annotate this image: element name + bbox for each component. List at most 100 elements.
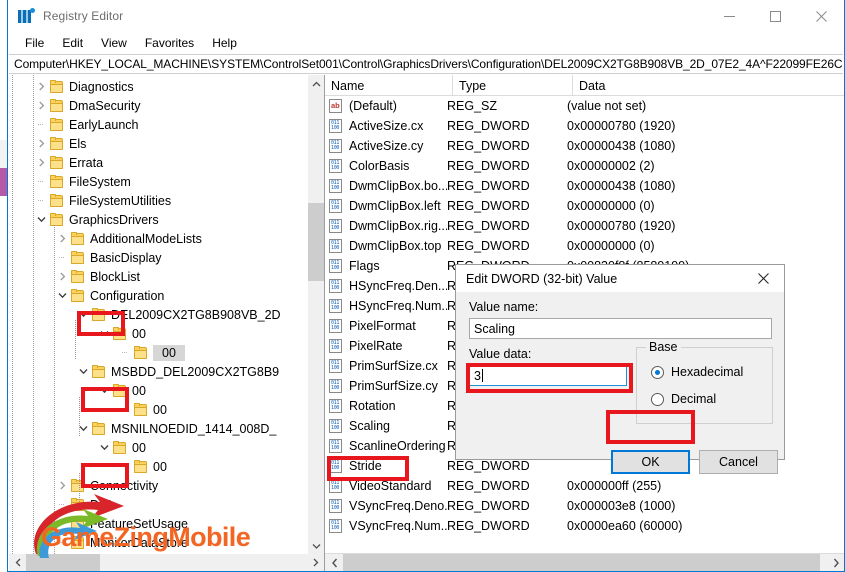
tree-node[interactable]: BlockList xyxy=(54,267,142,286)
table-row[interactable]: ab (Default) REG_SZ (value not set) xyxy=(325,96,844,116)
menu-view[interactable]: View xyxy=(92,34,136,52)
table-row[interactable]: 011 100 ActiveSize.cx REG_DWORD 0x00000780 (… xyxy=(325,116,844,136)
tree-node[interactable]: 00 xyxy=(96,324,148,343)
minimize-button[interactable] xyxy=(706,0,752,32)
chevron-down-icon[interactable] xyxy=(96,324,112,343)
menu-favorites[interactable]: Favorites xyxy=(136,34,203,52)
menu-file[interactable]: File xyxy=(16,34,53,52)
chevron-right-icon[interactable] xyxy=(54,476,70,495)
radio-decimal[interactable]: Decimal xyxy=(651,392,716,406)
table-row[interactable]: 011 100 ColorBasis REG_DWORD 0x00000002 (2) xyxy=(325,156,844,176)
tree-node[interactable]: FeatureSetUsage xyxy=(54,514,190,533)
tree-guide-line xyxy=(79,473,80,503)
tree-node[interactable]: FileSystem xyxy=(33,172,133,191)
tree-node[interactable]: Configuration xyxy=(54,286,166,305)
tree-node[interactable]: DEL2009CX2TG8B908VB_2D xyxy=(75,305,283,324)
values-scroll-left-icon[interactable] xyxy=(325,554,343,571)
radio-hexadecimal[interactable]: Hexadecimal xyxy=(651,365,743,379)
registry-tree: Diagnostics DmaSecurity EarlyLaunch Els Erra… xyxy=(9,75,307,554)
tree-horizontal-scrollbar[interactable] xyxy=(9,554,324,571)
tree-node[interactable]: GraphicsDrivers xyxy=(33,210,161,229)
chevron-right-icon[interactable] xyxy=(33,96,49,115)
chevron-down-icon[interactable] xyxy=(96,381,112,400)
value-name-input[interactable]: Scaling xyxy=(469,318,772,339)
table-row[interactable]: 011 100 VSyncFreq.Num... REG_DWORD 0x0000ea6… xyxy=(325,516,844,536)
value-type-cell: REG_DWORD xyxy=(447,479,530,493)
tree-node[interactable]: Errata xyxy=(33,153,105,172)
dword-value-icon: 011 100 xyxy=(329,279,344,293)
tree-scroll-down-icon[interactable] xyxy=(308,537,324,554)
close-button[interactable] xyxy=(798,0,844,32)
menu-edit[interactable]: Edit xyxy=(53,34,92,52)
dialog-close-icon[interactable] xyxy=(742,265,784,292)
tree-scroll-right-icon[interactable] xyxy=(307,554,324,571)
chevron-right-icon[interactable] xyxy=(33,77,49,96)
value-data-input[interactable]: 3 xyxy=(469,365,627,386)
tree-node-label: MSBDD_DEL2009CX2TG8B9 xyxy=(111,364,280,379)
dword-value-icon: 011 100 xyxy=(329,519,344,533)
folder-icon xyxy=(49,98,65,113)
chevron-down-icon[interactable] xyxy=(96,438,112,457)
dialog-title-bar: Edit DWORD (32-bit) Value xyxy=(456,265,784,292)
folder-icon xyxy=(70,269,86,284)
tree-scroll-thumb[interactable] xyxy=(308,203,324,281)
table-row[interactable]: 011 100 VideoStandard REG_DWORD 0x000000ff (… xyxy=(325,476,844,496)
maximize-button[interactable] xyxy=(752,0,798,32)
tree-node-label: DCI xyxy=(90,497,112,512)
table-row[interactable]: 011 100 VSyncFreq.Deno... REG_DWORD 0x000003… xyxy=(325,496,844,516)
table-row[interactable]: 011 100 DwmClipBox.rig... REG_DWORD 0x000007… xyxy=(325,216,844,236)
table-row[interactable]: 011 100 DwmClipBox.left REG_DWORD 0x00000000… xyxy=(325,196,844,216)
tree-node[interactable]: 00 xyxy=(96,438,148,457)
ok-button[interactable]: OK xyxy=(611,450,690,474)
cancel-button[interactable]: Cancel xyxy=(699,450,778,474)
tree-node[interactable]: Els xyxy=(33,134,88,153)
tree-node[interactable]: 00 xyxy=(117,457,169,476)
tree-node[interactable]: MSBDD_DEL2009CX2TG8B9 xyxy=(75,362,281,381)
tree-node[interactable]: 00 xyxy=(96,381,148,400)
tree-node-label: 00 xyxy=(153,459,167,474)
address-bar[interactable]: Computer\HKEY_LOCAL_MACHINE\SYSTEM\Contr… xyxy=(9,54,843,74)
value-name-cell: 011 100 PixelRate xyxy=(325,339,447,353)
tree-node[interactable]: AdditionalModeLists xyxy=(54,229,204,248)
value-name-text: ActiveSize.cx xyxy=(349,119,424,133)
chevron-right-icon[interactable] xyxy=(33,153,49,172)
tree-indent-spacer xyxy=(33,191,49,210)
tree-scroll-left-icon[interactable] xyxy=(9,554,26,571)
dialog-title: Edit DWORD (32-bit) Value xyxy=(466,271,618,286)
chevron-down-icon[interactable] xyxy=(33,210,49,229)
tree-vertical-scrollbar[interactable] xyxy=(307,75,324,554)
tree-node[interactable]: BasicDisplay xyxy=(54,248,164,267)
values-horizontal-scrollbar[interactable] xyxy=(325,553,844,571)
table-row[interactable]: 011 100 DwmClipBox.bo... REG_DWORD 0x0000043… xyxy=(325,176,844,196)
tree-node[interactable]: Diagnostics xyxy=(33,77,136,96)
tree-node[interactable]: Connectivity xyxy=(54,476,160,495)
values-hscroll-thumb[interactable] xyxy=(343,554,820,571)
chevron-down-icon[interactable] xyxy=(75,362,91,381)
tree-node[interactable]: 00 xyxy=(117,343,185,362)
tree-scroll-up-icon[interactable] xyxy=(308,75,324,92)
tree-node-label: 00 xyxy=(153,402,167,417)
values-scroll-right-icon[interactable] xyxy=(827,554,844,571)
value-data-cell: 0x00000780 (1920) xyxy=(567,219,676,233)
tree-node[interactable]: DmaSecurity xyxy=(33,96,143,115)
tree-node[interactable]: FileSystemUtilities xyxy=(33,191,173,210)
chevron-right-icon[interactable] xyxy=(54,267,70,286)
dword-value-icon: 011 100 xyxy=(329,439,344,453)
folder-icon xyxy=(133,459,149,474)
value-name-text: ScanlineOrdering xyxy=(349,439,446,453)
chevron-down-icon[interactable] xyxy=(75,419,91,438)
table-row[interactable]: 011 100 DwmClipBox.top REG_DWORD 0x00000000 … xyxy=(325,236,844,256)
tree-hscroll-thumb[interactable] xyxy=(26,554,100,571)
chevron-down-icon[interactable] xyxy=(75,305,91,324)
table-row[interactable]: 011 100 ActiveSize.cy REG_DWORD 0x00000438 (… xyxy=(325,136,844,156)
menu-help[interactable]: Help xyxy=(203,34,246,52)
tree-node[interactable]: MSNILNOEDID_1414_008D_ xyxy=(75,419,278,438)
tree-node[interactable]: 00 xyxy=(117,400,169,419)
chevron-down-icon[interactable] xyxy=(54,286,70,305)
chevron-right-icon[interactable] xyxy=(33,134,49,153)
tree-node[interactable]: EarlyLaunch xyxy=(33,115,141,134)
tree-node[interactable]: MonitorDataStore xyxy=(54,533,190,552)
tree-node[interactable]: DCI xyxy=(54,495,114,514)
chevron-right-icon[interactable] xyxy=(54,229,70,248)
tree-indent-spacer xyxy=(33,115,49,134)
